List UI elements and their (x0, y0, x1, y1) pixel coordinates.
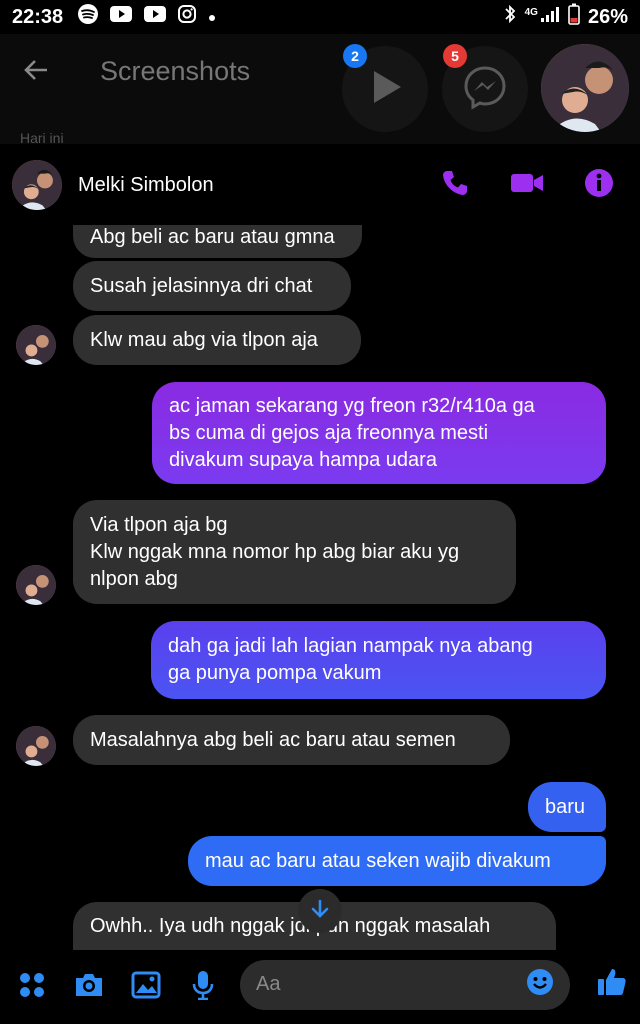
message-incoming[interactable]: Masalahnya abg beli ac baru atau semen (73, 715, 510, 765)
gallery-icon[interactable] (126, 971, 166, 999)
message-composer: Aa (0, 945, 640, 1024)
camera-icon[interactable] (69, 971, 109, 999)
message-input-placeholder: Aa (256, 973, 281, 995)
message-incoming[interactable]: Via tlpon aja bg Klw nggak mna nomor hp … (73, 500, 516, 604)
signal-icon (540, 5, 560, 29)
message-incoming[interactable]: Klw mau abg via tlpon aja (73, 315, 361, 365)
network-type: 4G (524, 7, 538, 18)
status-bar: 22:38 4G 26% (0, 0, 640, 34)
status-time: 22:38 (12, 5, 64, 28)
message-outgoing[interactable]: mau ac baru atau seken wajib divakum (188, 836, 606, 886)
arrow-down-icon (309, 898, 331, 925)
notification-dot-icon (207, 6, 217, 29)
spotify-icon (77, 3, 99, 31)
battery-icon (568, 3, 580, 31)
message-incoming[interactable]: Susah jelasinnya dri chat (73, 261, 351, 311)
battery-percent: 26% (587, 5, 628, 28)
menu-dots-icon[interactable] (12, 971, 52, 999)
messenger-badge: 5 (443, 44, 467, 68)
bluetooth-icon (503, 4, 517, 30)
message-incoming[interactable]: Abg beli ac baru atau gmna (73, 225, 362, 258)
contact-avatar-small[interactable] (16, 565, 56, 605)
date-section-label: Hari ini (20, 130, 64, 146)
message-outgoing[interactable]: dah ga jadi lah lagian nampak nya abang … (151, 621, 606, 699)
contact-name[interactable]: Melki Simbolon (78, 174, 214, 197)
video-call-icon[interactable] (510, 171, 544, 200)
video-badge: 2 (343, 44, 367, 68)
message-outgoing[interactable]: ac jaman sekarang yg freon r32/r410a ga … (152, 382, 606, 484)
contact-avatar-small[interactable] (16, 726, 56, 766)
thumbs-up-icon[interactable] (596, 966, 628, 1003)
chat-header: Melki Simbolon (0, 145, 640, 225)
phone-icon[interactable] (440, 168, 470, 203)
profile-photo (541, 44, 629, 132)
back-arrow-icon[interactable] (22, 54, 50, 93)
message-input[interactable]: Aa (240, 959, 570, 1010)
page-title: Screenshots (100, 56, 251, 86)
youtube-icon (109, 5, 133, 29)
profile-chathead[interactable] (541, 44, 629, 132)
microphone-icon[interactable] (183, 970, 223, 1000)
info-icon[interactable] (584, 168, 614, 203)
contact-avatar[interactable] (12, 160, 62, 210)
messenger-icon (462, 64, 508, 115)
youtube-icon (143, 5, 167, 29)
message-outgoing[interactable]: baru (528, 782, 606, 832)
scroll-to-bottom-button[interactable] (298, 889, 342, 933)
message-list[interactable]: Abg beli ac baru atau gmna Susah jelasin… (0, 225, 640, 950)
instagram-icon (177, 4, 197, 30)
contact-avatar-small[interactable] (16, 325, 56, 365)
emoji-icon[interactable] (526, 968, 554, 1002)
play-icon (365, 67, 405, 112)
